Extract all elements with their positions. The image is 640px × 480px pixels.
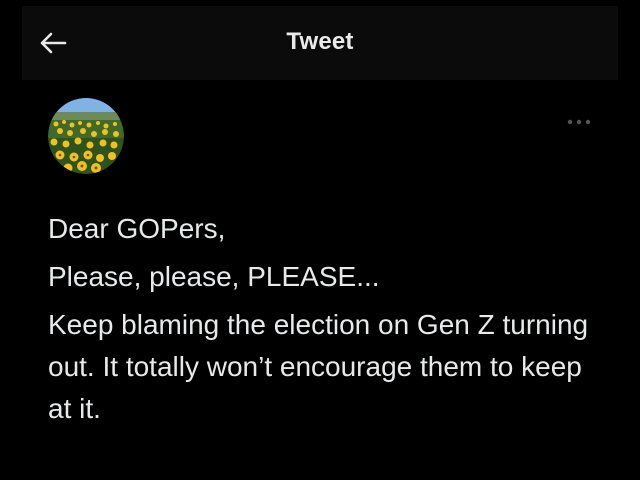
avatar[interactable] bbox=[48, 98, 124, 174]
page-title: Tweet bbox=[286, 28, 354, 55]
tweet-paragraph: Dear GOPers, bbox=[48, 213, 226, 244]
flower-field-icon bbox=[48, 98, 124, 174]
tweet-paragraph: Keep blaming the election on Gen Z turni… bbox=[48, 309, 589, 424]
tweet-paragraph: Please, please, PLEASE... bbox=[48, 261, 380, 292]
tweet-body: Dear GOPers, Please, please, PLEASE... K… bbox=[48, 208, 608, 436]
more-options-button[interactable] bbox=[562, 112, 596, 132]
header-bar: Tweet bbox=[22, 6, 618, 80]
ellipsis-icon bbox=[567, 119, 591, 125]
